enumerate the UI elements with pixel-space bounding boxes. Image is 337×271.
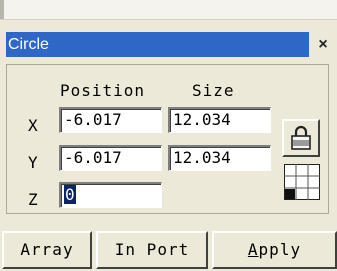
apply-button[interactable]: Apply: [212, 231, 337, 269]
top-strip: [0, 0, 337, 20]
z-position-field[interactable]: 0: [59, 182, 162, 208]
grid-icon[interactable]: [284, 164, 320, 200]
lock-aspect-button[interactable]: [282, 119, 320, 157]
array-button[interactable]: Array: [2, 231, 92, 269]
y-label: Y: [28, 153, 38, 172]
top-strip-edge: [0, 0, 4, 19]
transform-group: [6, 64, 329, 214]
apply-label: pply: [258, 240, 302, 259]
panel-title-bar: Circle ×: [6, 32, 337, 57]
y-position-field[interactable]: -6.017: [59, 145, 162, 171]
x-size-field[interactable]: 12.034: [168, 107, 271, 133]
x-label: X: [28, 116, 38, 135]
y-size-field[interactable]: 12.034: [168, 145, 271, 171]
z-label: Z: [28, 190, 38, 209]
position-header: Position: [60, 81, 146, 100]
z-position-value: 0: [64, 185, 76, 204]
size-header: Size: [192, 81, 235, 100]
apply-access-key: A: [247, 240, 259, 259]
x-position-field[interactable]: -6.017: [59, 107, 162, 133]
import-button[interactable]: In Port: [96, 231, 208, 269]
lock-icon: [291, 125, 311, 150]
close-icon[interactable]: ×: [309, 32, 337, 57]
panel-title: Circle: [6, 32, 309, 57]
